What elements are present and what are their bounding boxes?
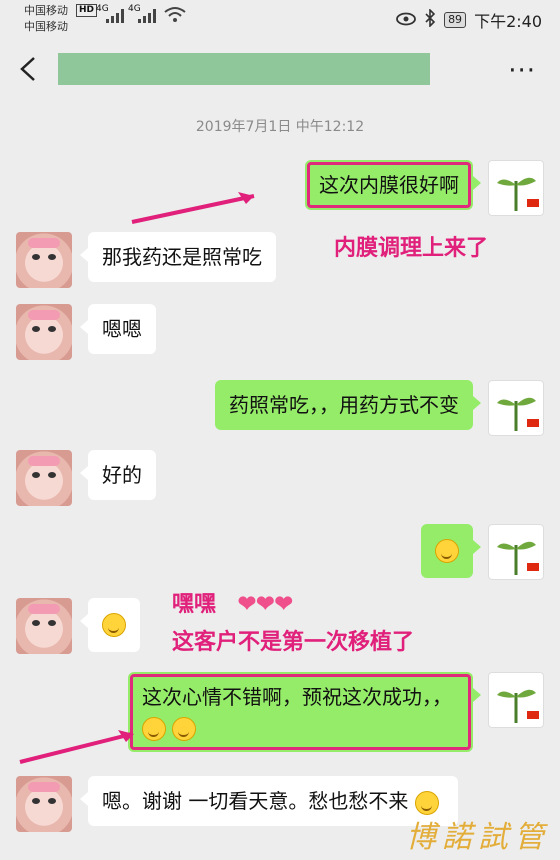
chat-title-redacted	[58, 53, 430, 85]
message-bubble-incoming[interactable]: 那我药还是照常吃	[80, 232, 276, 282]
my-avatar[interactable]	[488, 380, 544, 436]
smile-emoji-icon	[172, 716, 197, 741]
message-text: 好的	[102, 463, 142, 487]
message-text: 那我药还是照常吃	[102, 245, 262, 269]
annotation-note: 这客户不是第一次移植了	[172, 629, 415, 655]
wifi-icon	[164, 6, 186, 28]
annotation-arrow	[128, 188, 268, 232]
more-options-button[interactable]: ···	[508, 56, 536, 86]
contact-avatar[interactable]	[16, 598, 72, 654]
carrier-label: 中国移动	[24, 20, 68, 33]
message-text: 嗯。谢谢 一切看天意。愁也愁不来	[102, 789, 409, 813]
message-text: 嗯嗯	[102, 317, 142, 341]
message-text: 药照常吃，，用药方式不变	[229, 393, 459, 417]
contact-avatar[interactable]	[16, 450, 72, 506]
clock: 下午2:40	[474, 12, 542, 31]
signal-icon	[138, 8, 158, 27]
annotation-line: 嘿嘿	[172, 591, 217, 617]
contact-avatar[interactable]	[16, 776, 72, 832]
annotation-note: 嘿嘿 ❤❤❤	[172, 586, 293, 618]
carrier-label: 中国移动	[24, 4, 68, 17]
hd-badge: HD	[76, 4, 98, 17]
grin-emoji-icon	[102, 612, 126, 637]
message-text: 这次内膜很好啊	[319, 173, 459, 197]
status-bar: 中国移动 HD 4G 4G 中国移动 89 下午2:40	[0, 0, 560, 40]
eye-icon	[396, 11, 416, 30]
contact-avatar[interactable]	[16, 304, 72, 360]
battery-icon: 89	[444, 12, 467, 28]
message-timestamp: 2019年7月1日 中午12:12	[195, 119, 365, 135]
back-icon[interactable]	[14, 52, 44, 86]
signal-icon	[106, 8, 126, 27]
my-avatar[interactable]	[488, 672, 544, 728]
my-avatar[interactable]	[488, 160, 544, 216]
annotation-arrow	[16, 724, 146, 772]
message-bubble-incoming[interactable]: 嗯。谢谢 一切看天意。愁也愁不来	[80, 776, 458, 826]
message-bubble-outgoing[interactable]: 这次内膜很好啊	[305, 160, 481, 210]
message-bubble-outgoing[interactable]: 这次心情不错啊，预祝这次成功，，	[128, 672, 481, 752]
smile-emoji-icon	[435, 538, 459, 563]
message-bubble-outgoing[interactable]	[421, 524, 481, 578]
message-text: 这次心情不错啊，预祝这次成功，，	[142, 685, 452, 709]
smile-emoji-icon	[414, 790, 439, 815]
status-right: 89 下午2:40	[396, 8, 542, 32]
chat-header: ···	[0, 40, 560, 104]
message-bubble-incoming[interactable]: 好的	[80, 450, 156, 500]
contact-avatar[interactable]	[16, 232, 72, 288]
message-bubble-incoming[interactable]	[80, 598, 140, 652]
message-bubble-incoming[interactable]: 嗯嗯	[80, 304, 156, 354]
watermark: 博諾試管	[406, 820, 550, 855]
bluetooth-icon	[424, 8, 436, 31]
annotation-note: 内膜调理上来了	[334, 235, 489, 261]
my-avatar[interactable]	[488, 524, 544, 580]
message-bubble-outgoing[interactable]: 药照常吃，，用药方式不变	[215, 380, 481, 430]
hearts-icon: ❤❤❤	[237, 591, 293, 617]
